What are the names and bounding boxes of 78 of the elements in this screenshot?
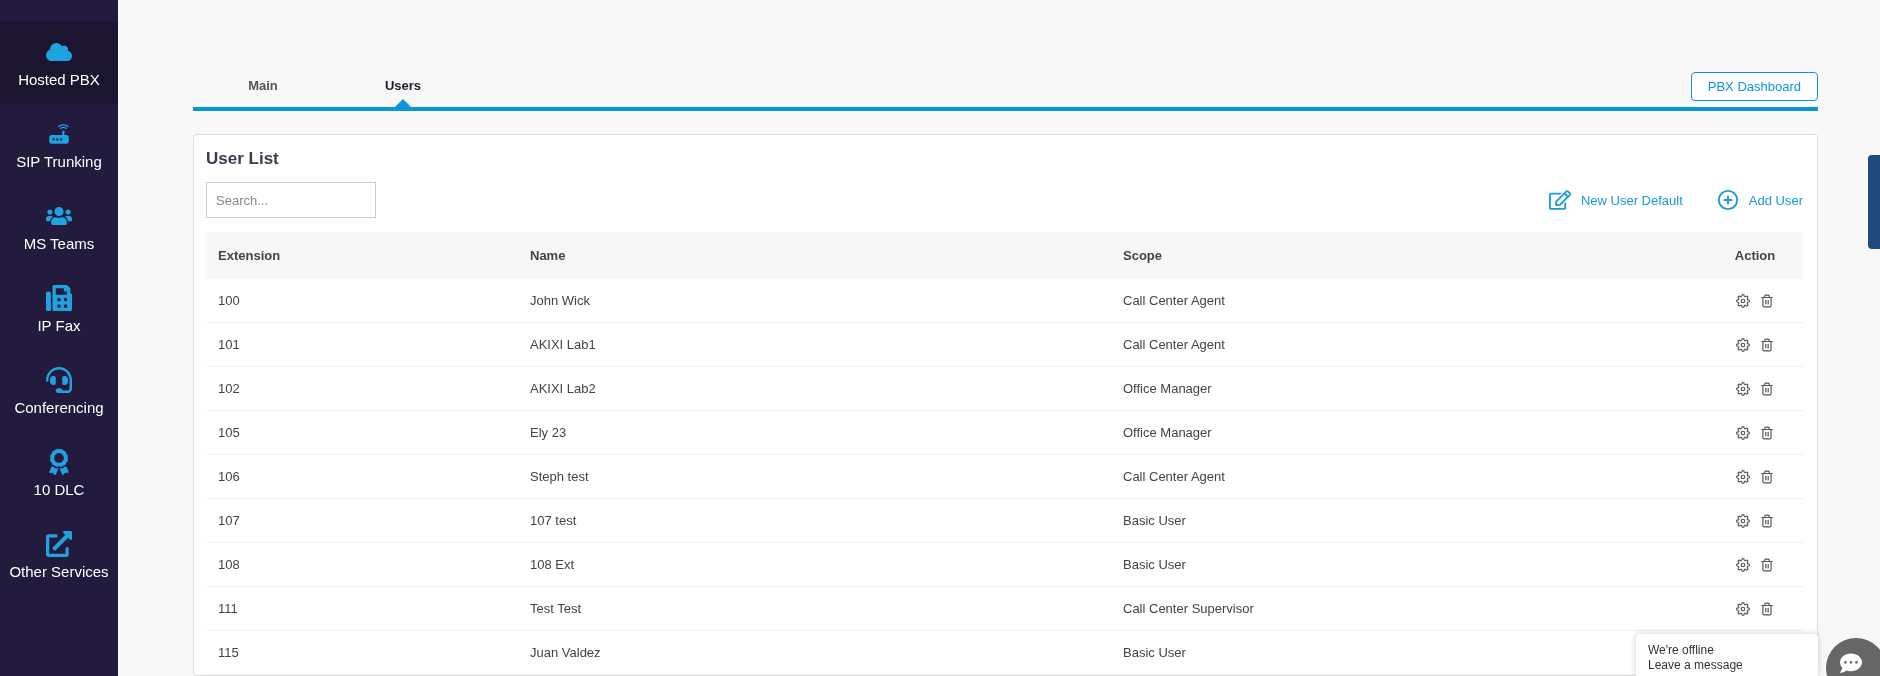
table-cell: Ely 23 [530, 425, 567, 440]
chat-popup[interactable]: We're offline Leave a message [1636, 634, 1818, 676]
sidebar-item[interactable]: SIP Trunking [0, 104, 118, 186]
trash-icon[interactable] [1760, 337, 1774, 352]
settings-icon[interactable] [1736, 381, 1750, 396]
column-header: Extension [218, 248, 281, 263]
sidebar-label: Hosted PBX [18, 70, 100, 88]
trash-icon[interactable] [1760, 469, 1774, 484]
table-cell: Call Center Agent [1123, 337, 1225, 352]
trash-icon[interactable] [1760, 557, 1774, 572]
table-cell: Call Center Agent [1123, 293, 1225, 308]
table-cell: Test Test [530, 601, 582, 616]
table-cell: 101 [218, 337, 240, 352]
settings-icon[interactable] [1736, 293, 1750, 308]
headset-icon [46, 366, 72, 393]
award-icon [46, 448, 72, 475]
table-cell: 107 test [530, 513, 577, 528]
chat-icon [1840, 652, 1862, 674]
column-header: Name [530, 248, 566, 263]
table-cell: 108 Ext [530, 557, 575, 572]
trash-icon[interactable] [1760, 293, 1774, 308]
sidebar-item[interactable]: Conferencing [0, 350, 118, 432]
sidebar-label: SIP Trunking [16, 152, 102, 170]
sidebar-item[interactable]: 10 DLC [0, 432, 118, 514]
table-cell: Basic User [1123, 513, 1186, 528]
column-header: Scope [1123, 248, 1162, 263]
table-cell: AKIXI Lab1 [530, 337, 596, 352]
link-label: Add User [1748, 192, 1803, 208]
chat-hint: Leave a message [1648, 658, 1744, 673]
table-cell: Office Manager [1123, 425, 1212, 440]
settings-icon[interactable] [1736, 337, 1750, 352]
column-header: Action [1734, 248, 1776, 263]
chat-status: We're offline [1648, 643, 1715, 658]
external-link-icon [46, 530, 72, 557]
trash-icon[interactable] [1760, 381, 1774, 396]
table-cell: 100 [218, 293, 240, 308]
plus-circle-icon [1716, 189, 1739, 211]
tab[interactable]: Main [193, 72, 333, 107]
table-cell: Call Center Supervisor [1123, 601, 1254, 616]
trash-icon[interactable] [1760, 601, 1774, 616]
settings-icon[interactable] [1736, 513, 1750, 528]
table-cell: 106 [218, 469, 240, 484]
sidebar-item[interactable]: MS Teams [0, 186, 118, 268]
search-field[interactable]: Search... [206, 182, 376, 218]
table-cell: Office Manager [1123, 381, 1212, 396]
sidebar-item[interactable]: IP Fax [0, 268, 118, 350]
sidebar-label: MS Teams [23, 234, 95, 252]
sidebar-label: Other Services [9, 562, 109, 580]
tab[interactable]: Users [333, 72, 473, 107]
table-cell: 105 [218, 425, 240, 440]
table-cell: 107 [218, 513, 240, 528]
trash-icon[interactable] [1760, 425, 1774, 440]
settings-icon[interactable] [1736, 601, 1750, 616]
settings-icon[interactable] [1736, 469, 1750, 484]
settings-icon[interactable] [1736, 425, 1750, 440]
table-cell: John Wick [530, 293, 590, 308]
caret-icon [395, 99, 411, 107]
table-cell: 108 [218, 557, 240, 572]
table-cell: 102 [218, 381, 240, 396]
link-label: New User Default [1580, 192, 1683, 208]
trash-icon[interactable] [1760, 513, 1774, 528]
settings-icon[interactable] [1736, 557, 1750, 572]
table-cell: Juan Valdez [530, 645, 601, 660]
sidebar-label: 10 DLC [33, 480, 85, 498]
sidebar-label: IP Fax [37, 316, 81, 334]
table-cell: 115 [218, 645, 239, 660]
sidebar-label: Conferencing [14, 398, 104, 416]
table-cell: Steph test [530, 469, 589, 484]
table-cell: AKIXI Lab2 [530, 381, 596, 396]
table-cell: Call Center Agent [1123, 469, 1225, 484]
sidebar-item[interactable]: Hosted PBX [0, 22, 118, 104]
fax-icon [46, 284, 72, 311]
edit-icon [1548, 189, 1571, 211]
table-cell: Basic User [1123, 557, 1186, 572]
table-cell: 111 [218, 601, 238, 616]
table-cell: Basic User [1123, 645, 1186, 660]
sidebar-item[interactable]: Other Services [0, 514, 118, 596]
card-title: User List [206, 149, 280, 169]
